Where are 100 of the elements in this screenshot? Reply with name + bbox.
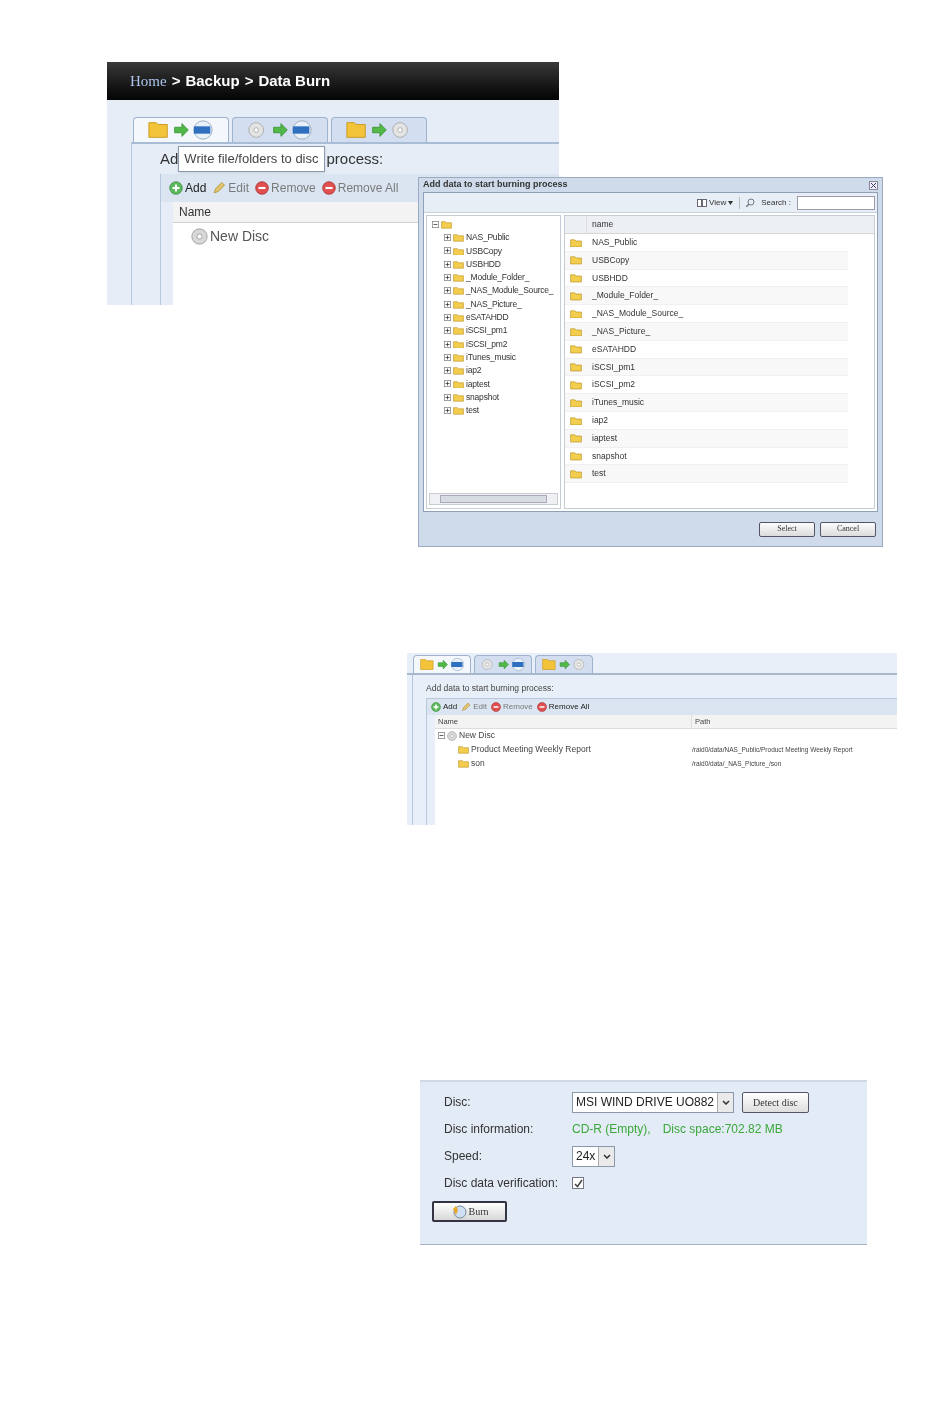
horizontal-scrollbar[interactable] [429,493,558,505]
tree-item[interactable]: son [471,757,485,771]
expand-icon[interactable] [444,340,451,348]
chevron-down-icon [602,1153,611,1159]
tree-item[interactable]: test [466,404,479,417]
expand-icon[interactable] [444,300,451,308]
remove-icon [255,181,270,195]
expand-icon[interactable] [444,287,451,295]
column-header[interactable]: Name [173,203,211,221]
table-cell[interactable]: snapshot [587,449,627,463]
folder-icon [453,246,464,256]
folder-icon [453,379,464,389]
folder-to-disc-icon [148,119,214,141]
section-heading: process: [326,148,384,169]
field-label: Speed: [444,1148,484,1165]
view-button[interactable]: View [697,196,734,209]
toolbar-button[interactable]: Add [169,179,207,197]
breadcrumb-link[interactable]: Home [130,69,167,93]
field-label: Disc data verification: [444,1175,560,1192]
table-cell[interactable]: iaptest [587,431,618,445]
table-cell[interactable]: _NAS_Picture_ [587,325,651,338]
folder-icon [453,313,464,322]
folder-icon [458,745,469,755]
expand-icon[interactable] [444,274,451,282]
dialog-button[interactable]: Select [759,521,815,537]
table-cell[interactable]: iap2 [587,414,609,427]
tree-item[interactable]: iTunes_music [466,350,516,364]
table-cell[interactable]: iSCSI_pm2 [587,378,635,392]
disc-info-text: Disc space:702.82 MB [662,1121,783,1138]
tooltip: Write file/folders to disc [178,146,325,172]
table-cell[interactable]: NAS_Public [587,236,638,249]
collapse-icon[interactable] [432,221,439,228]
table-cell[interactable]: iSCSI_pm1 [587,360,635,374]
folder-icon [453,233,464,243]
add-icon [169,181,183,195]
folder-icon [453,392,464,402]
folder-icon [453,286,464,296]
disc-burn-icon [450,1204,467,1219]
folder-icon [453,352,464,362]
table-cell[interactable]: USBCopy [587,253,630,267]
tree-item[interactable]: _NAS_Module_Source_ [466,284,554,298]
detect-disc-button[interactable]: Detect disc [742,1091,809,1113]
dropdown[interactable]: MSI WIND DRIVE UO882 [572,1091,735,1113]
table-cell[interactable]: eSATAHDD [587,342,637,356]
folder-icon [453,273,464,282]
tree-item[interactable]: _NAS_Picture_ [466,297,522,311]
expand-icon[interactable] [444,247,451,255]
tree-item[interactable]: NAS_Public [466,231,510,244]
remove-icon [491,701,502,712]
expand-icon[interactable] [444,407,451,414]
tree-item[interactable]: USBHDD [466,257,501,271]
tree-item[interactable]: USBCopy [466,244,502,258]
dialog-title: Add data to start burning process [423,178,568,192]
tree-item[interactable]: iSCSI_pm1 [466,324,508,338]
search-field[interactable] [797,195,875,210]
dropdown[interactable]: 24x [572,1145,616,1167]
tree-item[interactable]: eSATAHDD [466,311,509,324]
column-header[interactable]: name [587,218,614,231]
tree-item[interactable]: Product Meeting Weekly Report [471,743,591,757]
breadcrumb-link[interactable]: Backup [185,69,240,93]
tree-item[interactable]: iaptest [466,377,490,391]
tree-item[interactable]: snapshot [466,390,499,404]
dialog-button[interactable]: Cancel [820,521,876,537]
folder-icon [453,366,464,375]
tab[interactable] [133,117,229,142]
table-cell[interactable]: _NAS_Module_Source_ [587,307,684,320]
expand-icon[interactable] [444,234,451,242]
table-cell[interactable]: _Module_Folder_ [587,289,659,303]
toolbar-button[interactable]: Add [431,700,458,713]
expand-icon[interactable] [444,393,451,401]
expand-icon[interactable] [444,313,451,321]
tree-item[interactable]: New Disc [459,729,495,743]
expand-icon[interactable] [444,380,451,388]
table-cell[interactable]: iTunes_music [587,396,645,409]
breadcrumb-separator: > [171,70,181,91]
close-icon[interactable] [869,180,878,190]
expand-icon[interactable] [444,367,451,375]
expand-icon[interactable] [444,327,451,335]
collapse-icon[interactable] [438,732,445,740]
checkbox[interactable] [572,1177,584,1189]
tree-item[interactable]: iap2 [466,364,482,377]
folder-icon [570,415,582,426]
tree-item[interactable]: iSCSI_pm2 [466,337,508,351]
tree-item[interactable]: _Module_Folder_ [466,271,530,284]
tab[interactable] [413,655,471,673]
table-cell[interactable]: test [587,467,606,481]
tab[interactable] [232,117,328,142]
folder-to-cd-icon [541,657,587,672]
toolbar-button[interactable]: Remove All [536,700,590,713]
expand-icon[interactable] [444,353,451,361]
expand-icon[interactable] [444,260,451,268]
tree-item[interactable]: New Disc [210,226,270,247]
section-heading: Add data to start burning process: [426,682,555,695]
search-label: Search : [761,196,791,209]
cd-icon [447,730,457,741]
folder-icon [453,326,464,336]
tab[interactable] [474,655,532,673]
breadcrumb-link[interactable]: Data Burn [258,69,331,93]
table-cell[interactable]: USBHDD [587,271,628,285]
burn-button[interactable]: Burn [432,1201,507,1222]
